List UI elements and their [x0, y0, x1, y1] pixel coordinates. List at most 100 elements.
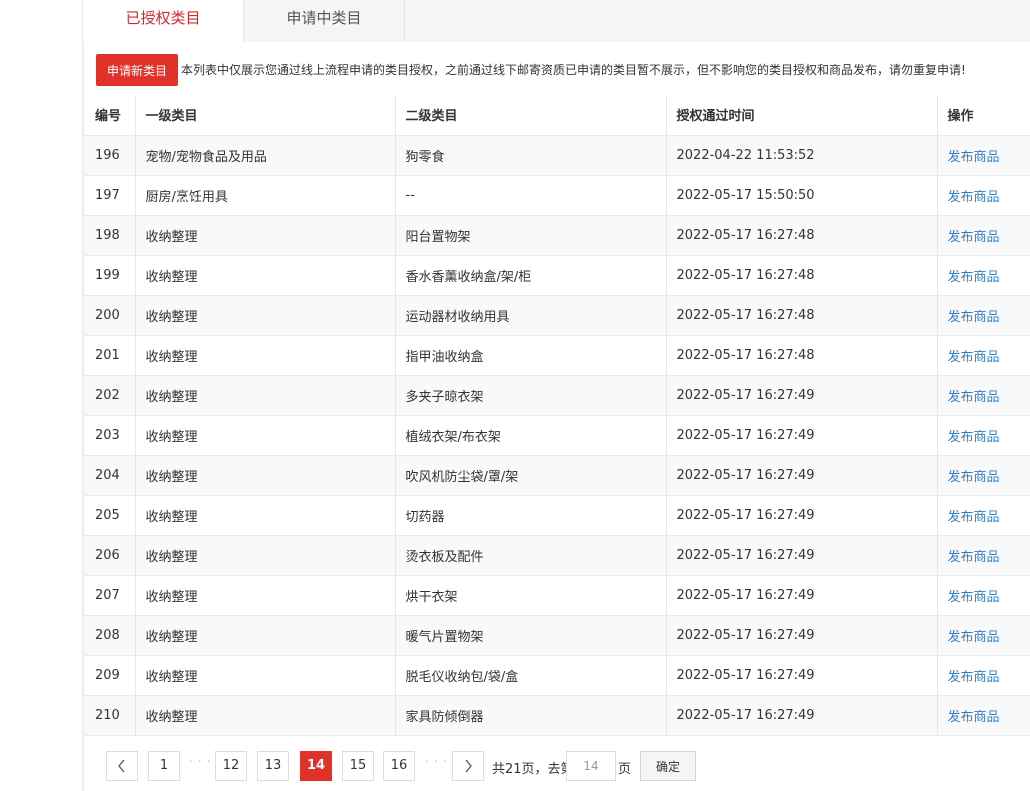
page-button-15[interactable]: 15 [342, 751, 374, 781]
publish-product-link[interactable]: 发布商品 [948, 190, 1000, 205]
chevron-left-icon [118, 759, 125, 773]
total-pages-text: 共21页，去第 [492, 762, 574, 777]
next-page-button[interactable] [452, 751, 484, 781]
cell-level2-category: 烫衣板及配件 [395, 535, 667, 576]
publish-product-link[interactable]: 发布商品 [948, 630, 1000, 645]
table-row: 200 收纳整理 运动器材收纳用具 2022-05-17 16:27:48 发布商品 [85, 295, 1030, 336]
cell-id: 208 [85, 615, 136, 656]
page-button-14-current[interactable]: 14 [300, 751, 332, 781]
pagination-ellipsis: · · · [189, 755, 212, 768]
cell-level2-category: 脱毛仪收纳包/袋/盒 [395, 655, 667, 696]
cell-id: 203 [85, 415, 136, 456]
cell-id: 201 [85, 335, 136, 376]
publish-product-link[interactable]: 发布商品 [948, 590, 1000, 605]
left-blank-pane [0, 0, 83, 791]
cell-action: 发布商品 [937, 375, 1030, 416]
publish-product-link[interactable]: 发布商品 [948, 470, 1000, 485]
page-button-1[interactable]: 1 [148, 751, 180, 781]
cell-action: 发布商品 [937, 695, 1030, 736]
cell-id: 199 [85, 255, 136, 296]
cell-approval-time: 2022-05-17 16:27:48 [666, 335, 938, 376]
tab-authorized-categories[interactable]: 已授权类目 [83, 0, 244, 42]
tab-pending-categories[interactable]: 申请中类目 [244, 0, 405, 42]
cell-id: 204 [85, 455, 136, 496]
notice-text: 本列表中仅展示您通过线上流程申请的类目授权，之前通过线下邮寄资质已申请的类目暂不… [181, 63, 966, 77]
cell-approval-time: 2022-05-17 16:27:48 [666, 255, 938, 296]
cell-action: 发布商品 [937, 455, 1030, 496]
page-button-12[interactable]: 12 [215, 751, 247, 781]
cell-action: 发布商品 [937, 415, 1030, 456]
cell-level2-category: 香水香薰收纳盒/架/柜 [395, 255, 667, 296]
table-row: 206 收纳整理 烫衣板及配件 2022-05-17 16:27:49 发布商品 [85, 535, 1030, 576]
cell-level1-category: 收纳整理 [135, 455, 396, 496]
publish-product-link[interactable]: 发布商品 [948, 510, 1000, 525]
cell-level1-category: 收纳整理 [135, 615, 396, 656]
table-row: 196 宠物/宠物食品及用品 狗零食 2022-04-22 11:53:52 发布商品 [85, 135, 1030, 176]
table-row: 198 收纳整理 阳台置物架 2022-05-17 16:27:48 发布商品 [85, 215, 1030, 256]
pagination-ellipsis-2: · · · [425, 755, 448, 768]
cell-approval-time: 2022-05-17 16:27:49 [666, 455, 938, 496]
cell-id: 210 [85, 695, 136, 736]
publish-product-link[interactable]: 发布商品 [948, 150, 1000, 165]
table-row: 205 收纳整理 切药器 2022-05-17 16:27:49 发布商品 [85, 495, 1030, 536]
header-action: 操作 [937, 95, 1030, 136]
goto-confirm-button[interactable]: 确定 [640, 751, 696, 781]
cell-approval-time: 2022-05-17 16:27:49 [666, 375, 938, 416]
cell-level2-category: 植绒衣架/布衣架 [395, 415, 667, 456]
page-button-13[interactable]: 13 [257, 751, 289, 781]
prev-page-button[interactable] [106, 751, 138, 781]
cell-approval-time: 2022-05-17 16:27:49 [666, 575, 938, 616]
cell-level1-category: 收纳整理 [135, 655, 396, 696]
cell-action: 发布商品 [937, 535, 1030, 576]
cell-approval-time: 2022-05-17 16:27:48 [666, 215, 938, 256]
cell-level1-category: 收纳整理 [135, 575, 396, 616]
cell-level1-category: 收纳整理 [135, 375, 396, 416]
cell-level2-category: -- [395, 175, 667, 216]
cell-level1-category: 收纳整理 [135, 255, 396, 296]
cell-approval-time: 2022-05-17 16:27:49 [666, 615, 938, 656]
table-row: 210 收纳整理 家具防倾倒器 2022-05-17 16:27:49 发布商品 [85, 695, 1030, 736]
chevron-right-icon [465, 759, 472, 773]
publish-product-link[interactable]: 发布商品 [948, 310, 1000, 325]
page-button-16[interactable]: 16 [383, 751, 415, 781]
page-suffix-text: 页 [618, 762, 632, 777]
publish-product-link[interactable]: 发布商品 [948, 670, 1000, 685]
publish-product-link[interactable]: 发布商品 [948, 230, 1000, 245]
publish-product-link[interactable]: 发布商品 [948, 270, 1000, 285]
cell-level1-category: 宠物/宠物食品及用品 [135, 135, 396, 176]
table-body: 196 宠物/宠物食品及用品 狗零食 2022-04-22 11:53:52 发布商品 1… [85, 135, 1030, 736]
cell-level2-category: 运动器材收纳用具 [395, 295, 667, 336]
publish-product-link[interactable]: 发布商品 [948, 350, 1000, 365]
apply-new-category-button[interactable]: 申请新类目 [96, 54, 178, 86]
category-panel: 已授权类目 申请中类目 申请新类目 本列表中仅展示您通过线上流程申请的类目授权，… [83, 0, 1030, 791]
cell-action: 发布商品 [937, 215, 1030, 256]
cell-level2-category: 家具防倾倒器 [395, 695, 667, 736]
table-header-row: 编号 一级类目 二级类目 授权通过时间 操作 [85, 95, 1030, 136]
cell-approval-time: 2022-05-17 16:27:49 [666, 655, 938, 696]
publish-product-link[interactable]: 发布商品 [948, 710, 1000, 725]
cell-id: 206 [85, 535, 136, 576]
cell-id: 209 [85, 655, 136, 696]
publish-product-link[interactable]: 发布商品 [948, 430, 1000, 445]
cell-action: 发布商品 [937, 575, 1030, 616]
cell-action: 发布商品 [937, 175, 1030, 216]
table-row: 209 收纳整理 脱毛仪收纳包/袋/盒 2022-05-17 16:27:49 发布商品 [85, 655, 1030, 696]
cell-id: 198 [85, 215, 136, 256]
cell-level1-category: 厨房/烹饪用具 [135, 175, 396, 216]
cell-action: 发布商品 [937, 255, 1030, 296]
cell-id: 202 [85, 375, 136, 416]
cell-id: 196 [85, 135, 136, 176]
table-row: 202 收纳整理 多夹子晾衣架 2022-05-17 16:27:49 发布商品 [85, 375, 1030, 416]
notice-bar: 申请新类目 本列表中仅展示您通过线上流程申请的类目授权，之前通过线下邮寄资质已申… [85, 42, 1030, 96]
publish-product-link[interactable]: 发布商品 [948, 390, 1000, 405]
table-row: 201 收纳整理 指甲油收纳盒 2022-05-17 16:27:48 发布商品 [85, 335, 1030, 376]
table-row: 197 厨房/烹饪用具 -- 2022-05-17 15:50:50 发布商品 [85, 175, 1030, 216]
header-level1-category: 一级类目 [135, 95, 396, 136]
cell-action: 发布商品 [937, 335, 1030, 376]
cell-level1-category: 收纳整理 [135, 415, 396, 456]
cell-approval-time: 2022-05-17 16:27:49 [666, 495, 938, 536]
goto-page-input[interactable] [566, 751, 616, 781]
tab-bar: 已授权类目 申请中类目 [83, 0, 1030, 42]
table-row: 203 收纳整理 植绒衣架/布衣架 2022-05-17 16:27:49 发布商品 [85, 415, 1030, 456]
publish-product-link[interactable]: 发布商品 [948, 550, 1000, 565]
